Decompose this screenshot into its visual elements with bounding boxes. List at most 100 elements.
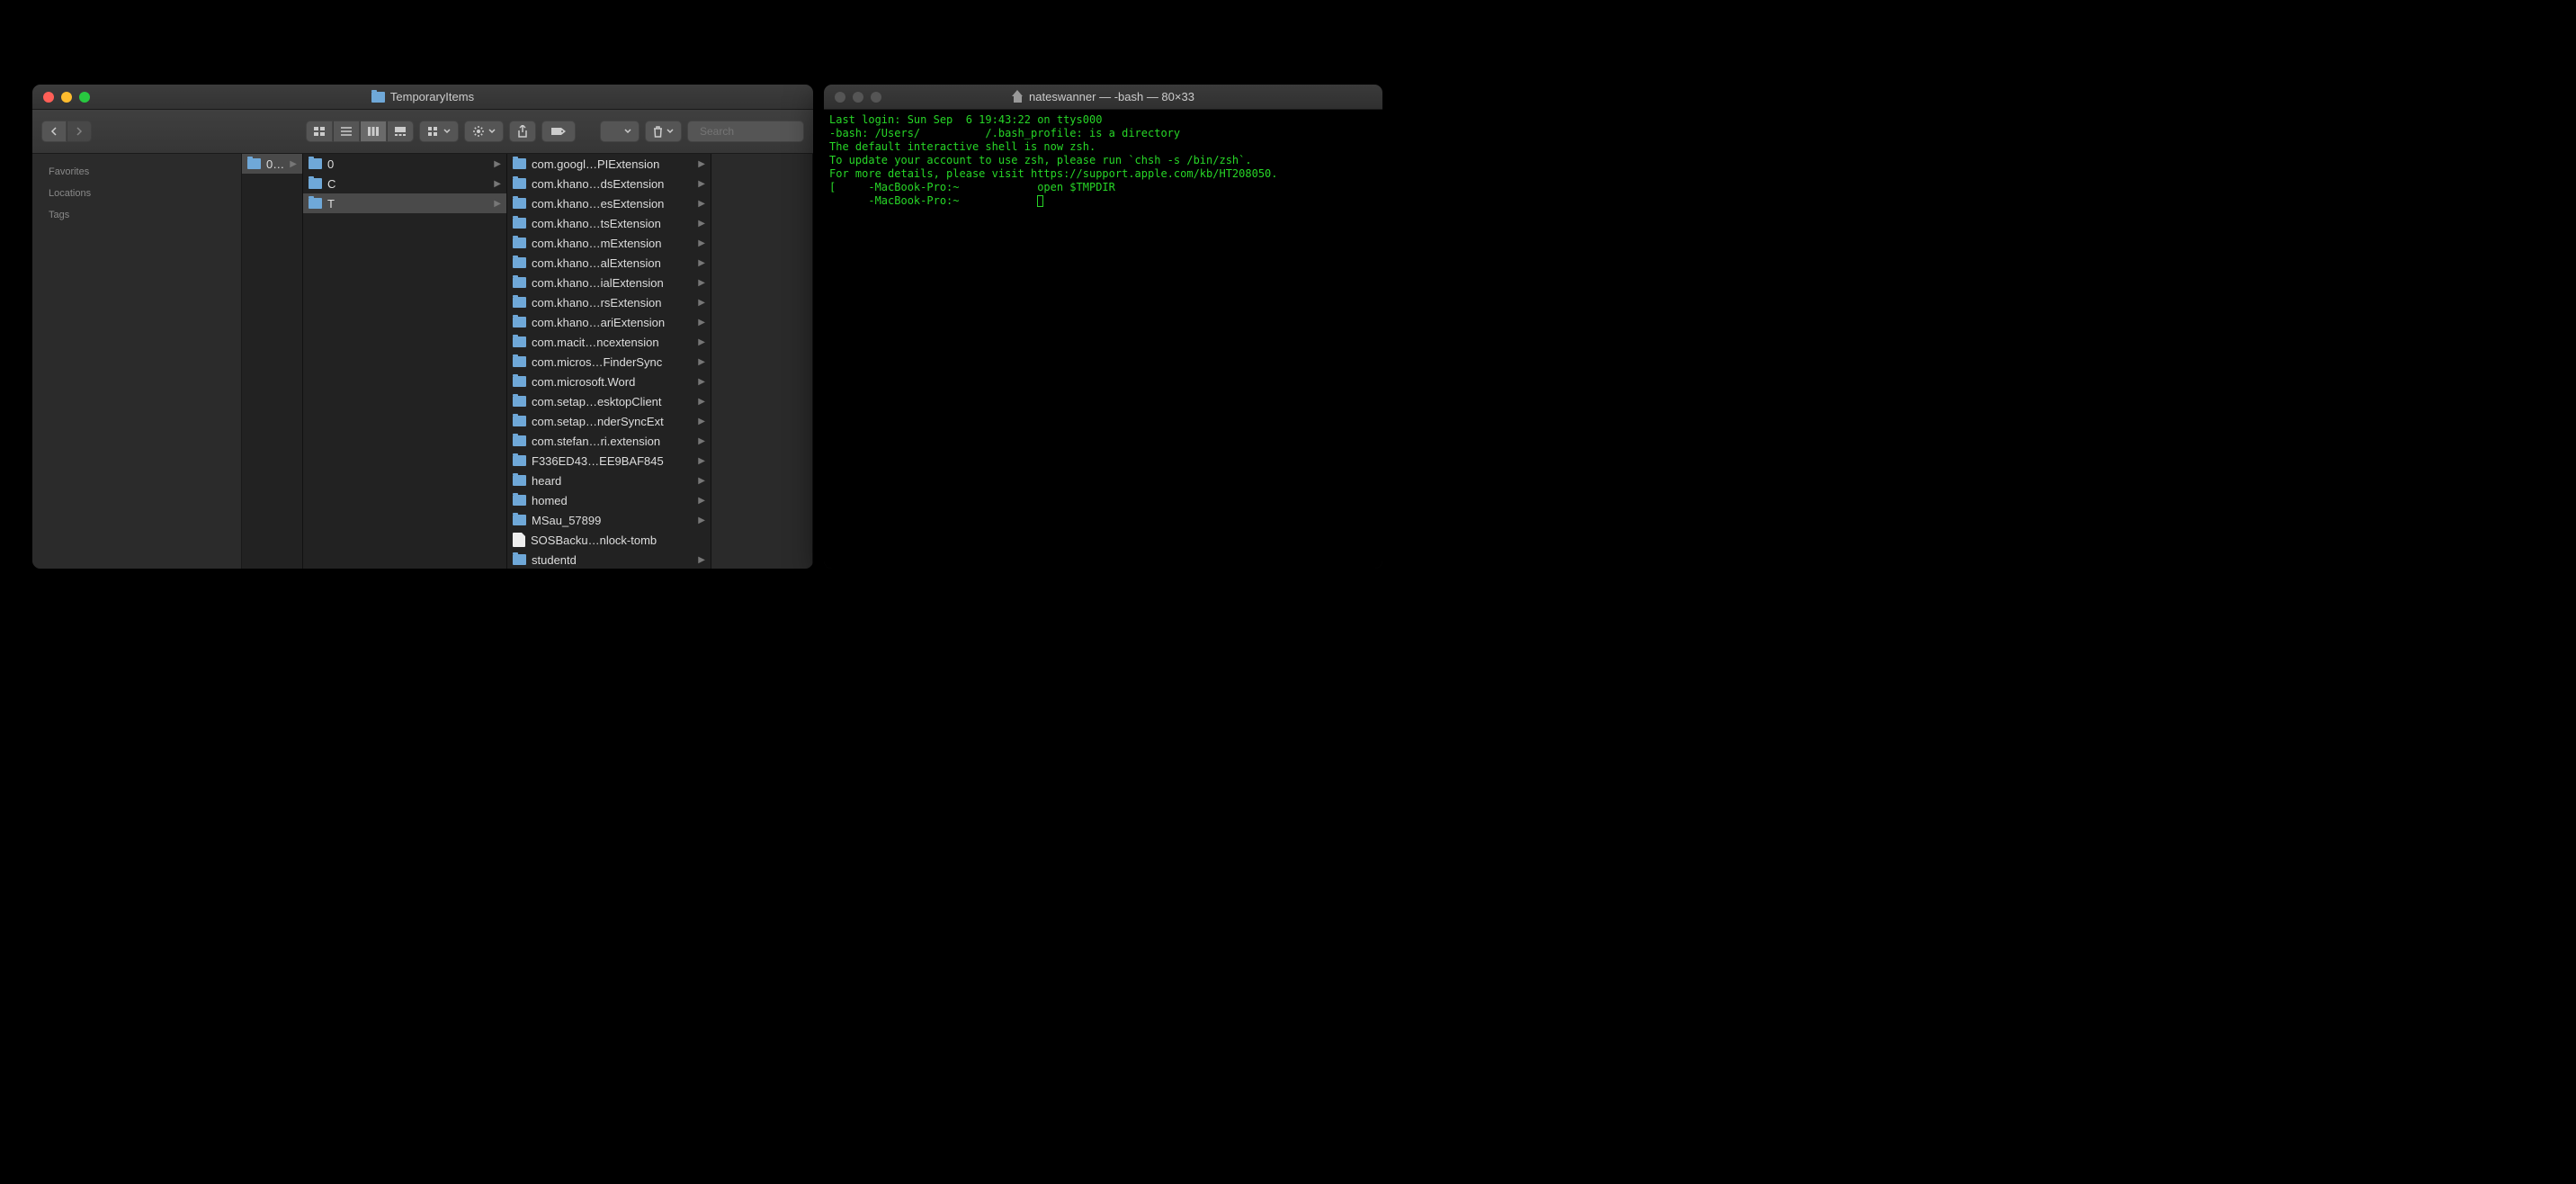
list-item[interactable]: com.khano…mExtension▶ [507, 233, 711, 253]
back-button[interactable] [41, 121, 67, 142]
chevron-right-icon: ▶ [698, 496, 705, 506]
view-icons-button[interactable] [306, 121, 333, 142]
share-icon [517, 125, 528, 138]
traffic-lights [32, 92, 90, 103]
zoom-button[interactable] [79, 92, 90, 103]
list-item[interactable]: 000gn▶ [242, 154, 302, 174]
share-button[interactable] [509, 121, 536, 142]
list-item[interactable]: com.microsoft.Word ▶ [507, 372, 711, 391]
forward-button[interactable] [67, 121, 92, 142]
zoom-button[interactable] [871, 92, 881, 103]
list-item[interactable]: com.micros…FinderSync▶ [507, 352, 711, 372]
arrange-button[interactable] [419, 121, 459, 142]
chevron-right-icon: ▶ [698, 456, 705, 466]
list-item[interactable]: SOSBacku…nlock-tomb [507, 530, 711, 550]
list-item[interactable]: com.khano…esExtension▶ [507, 193, 711, 213]
list-item[interactable]: com.khano…tsExtension▶ [507, 213, 711, 233]
minimize-button[interactable] [61, 92, 72, 103]
list-item[interactable]: T▶ [303, 193, 506, 213]
chevron-right-icon: ▶ [698, 377, 705, 387]
folder-icon [513, 416, 526, 426]
chevron-right-icon: ▶ [494, 199, 501, 209]
folder-icon [309, 198, 322, 209]
item-label: homed [532, 494, 693, 507]
minimize-button[interactable] [853, 92, 863, 103]
path-dropdown[interactable] [600, 121, 640, 142]
cursor [1037, 195, 1043, 207]
terminal-line: For more details, please visit https://s… [829, 167, 1377, 181]
chevron-right-icon: ▶ [698, 278, 705, 288]
chevron-right-icon: ▶ [698, 318, 705, 327]
nav-buttons [41, 121, 92, 142]
list-item[interactable]: MSau_57899▶ [507, 510, 711, 530]
item-label: 000gn [266, 157, 284, 171]
trash-dropdown[interactable] [645, 121, 682, 142]
list-item[interactable]: com.khano…dsExtension▶ [507, 174, 711, 193]
item-label: 0 [327, 157, 488, 171]
tags-button[interactable] [541, 121, 576, 142]
folder-icon [513, 376, 526, 387]
terminal-line: -MacBook-Pro:~ [829, 194, 1377, 208]
file-icon [513, 533, 525, 547]
terminal-body[interactable]: Last login: Sun Sep 6 19:43:22 on ttys00… [824, 110, 1382, 569]
folder-icon [513, 277, 526, 288]
column-3[interactable] [711, 154, 813, 570]
list-item[interactable]: com.khano…ialExtension▶ [507, 273, 711, 292]
tag-icon [550, 127, 567, 136]
item-label: com.setap…esktopClient [532, 395, 693, 408]
column-1[interactable]: 0▶C▶T▶ [303, 154, 507, 570]
list-item[interactable]: F336ED43…EE9BAF845▶ [507, 451, 711, 471]
list-item[interactable]: com.stefan…ri.extension▶ [507, 431, 711, 451]
chevron-right-icon: ▶ [698, 555, 705, 565]
list-item[interactable]: com.setap…nderSyncExt ▶ [507, 411, 711, 431]
finder-titlebar[interactable]: TemporaryItems [32, 85, 813, 110]
search-field[interactable] [687, 121, 804, 142]
list-item[interactable]: com.googl…PIExtension▶ [507, 154, 711, 174]
view-list-button[interactable] [333, 121, 360, 142]
item-label: com.microsoft.Word [532, 375, 693, 389]
item-label: com.googl…PIExtension [532, 157, 693, 171]
terminal-window: nateswanner — -bash — 80×33 Last login: … [823, 84, 1383, 570]
column-0[interactable]: 000gn▶ [242, 154, 303, 570]
action-button[interactable] [464, 121, 504, 142]
sidebar-section-tags[interactable]: Tags [32, 204, 241, 226]
list-item[interactable]: com.khano…ariExtension▶ [507, 312, 711, 332]
list-item[interactable]: heard▶ [507, 471, 711, 490]
list-item[interactable]: homed ▶ [507, 490, 711, 510]
folder-icon [513, 515, 526, 525]
view-columns-button[interactable] [360, 121, 387, 142]
chevron-right-icon: ▶ [698, 179, 705, 189]
traffic-lights [824, 92, 881, 103]
folder-icon [513, 218, 526, 229]
list-item[interactable]: com.setap…esktopClient▶ [507, 391, 711, 411]
close-button[interactable] [43, 92, 54, 103]
folder-icon [513, 356, 526, 367]
close-button[interactable] [835, 92, 845, 103]
search-input[interactable] [700, 125, 814, 138]
list-item[interactable]: 0▶ [303, 154, 506, 174]
column-2[interactable]: com.googl…PIExtension▶com.khano…dsExtens… [507, 154, 711, 570]
list-item[interactable]: C▶ [303, 174, 506, 193]
item-label: com.setap…nderSyncExt [532, 415, 693, 428]
list-item[interactable]: com.macit…ncextension▶ [507, 332, 711, 352]
chevron-right-icon: ▶ [698, 357, 705, 367]
view-mode-buttons [306, 121, 414, 142]
folder-icon [513, 495, 526, 506]
item-label: com.khano…alExtension [532, 256, 693, 270]
folder-icon [513, 435, 526, 446]
folder-icon [513, 158, 526, 169]
list-item[interactable]: com.khano…rsExtension▶ [507, 292, 711, 312]
list-item[interactable]: studentd▶ [507, 550, 711, 570]
view-gallery-button[interactable] [387, 121, 414, 142]
finder-window: TemporaryItems [31, 84, 814, 570]
chevron-down-icon [443, 129, 451, 134]
terminal-line: Last login: Sun Sep 6 19:43:22 on ttys00… [829, 113, 1377, 127]
terminal-titlebar[interactable]: nateswanner — -bash — 80×33 [824, 85, 1382, 110]
finder-toolbar [32, 110, 813, 154]
item-label: com.stefan…ri.extension [532, 435, 693, 448]
chevron-right-icon: ▶ [698, 417, 705, 426]
title-text: nateswanner — -bash — 80×33 [1029, 90, 1194, 103]
list-item[interactable]: com.khano…alExtension▶ [507, 253, 711, 273]
sidebar-section-locations[interactable]: Locations [32, 183, 241, 204]
sidebar-section-favorites[interactable]: Favorites [32, 161, 241, 183]
